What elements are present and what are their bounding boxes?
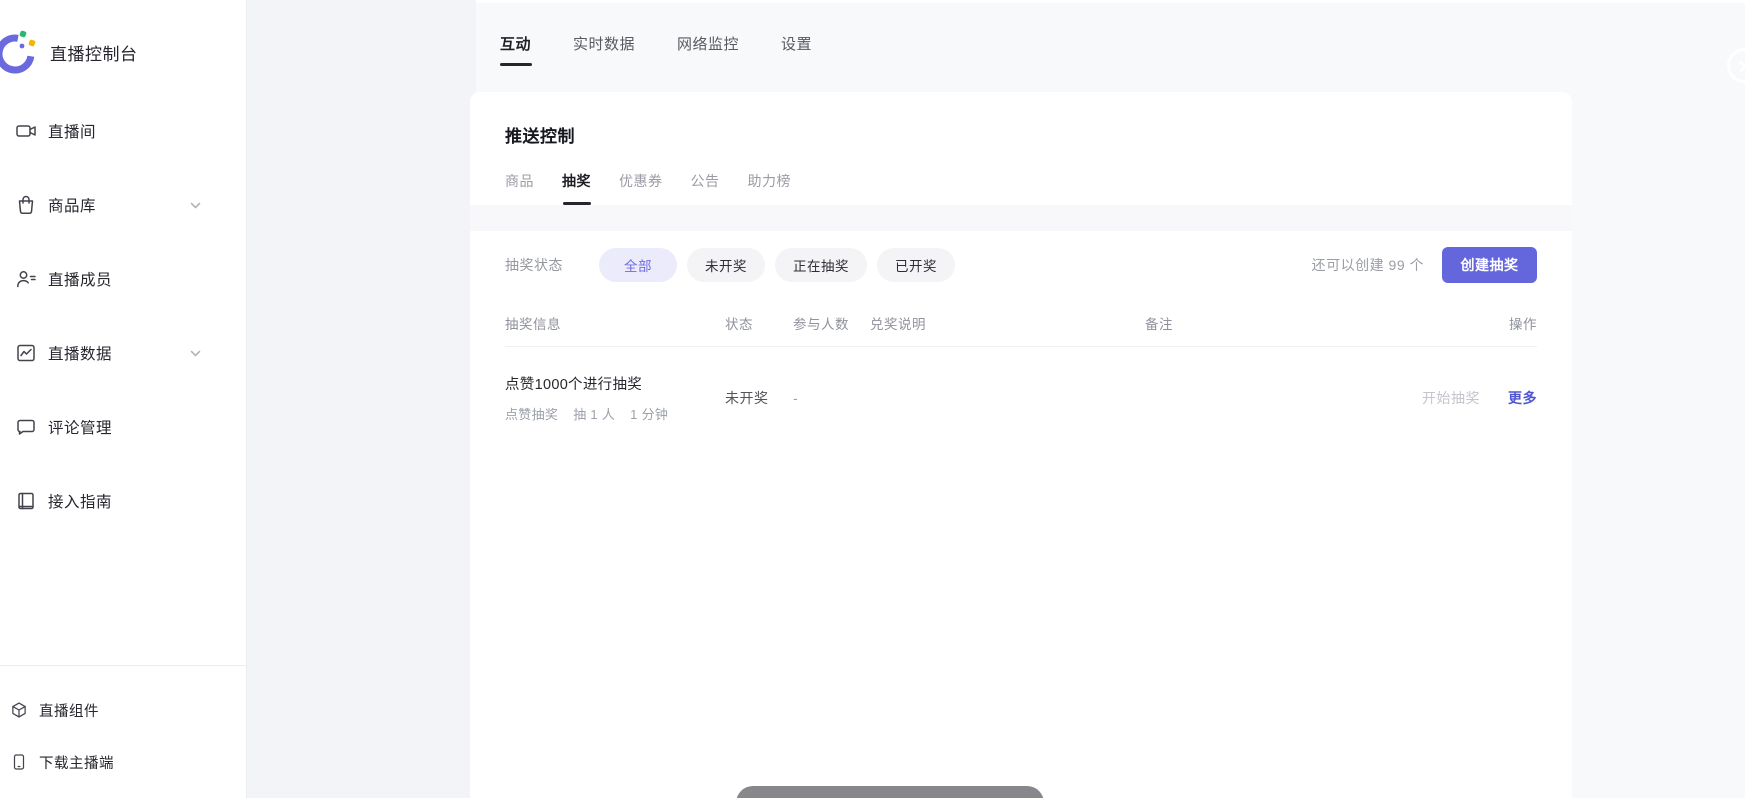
column-header: 抽奖信息 xyxy=(505,313,725,333)
lottery-winner-count: 抽 1 人 xyxy=(573,404,615,423)
lottery-info-cell: 点赞1000个进行抽奖 点赞抽奖 抽 1 人 1 分钟 xyxy=(505,373,725,423)
subtab-products[interactable]: 商品 xyxy=(505,171,534,205)
sidebar: 直播控制台 直播间 商品库 直播成员 xyxy=(0,0,247,798)
column-header: 操作 xyxy=(1390,313,1537,333)
subtab-label: 公告 xyxy=(691,173,720,189)
phone-icon xyxy=(10,753,28,771)
tab-realtime-data[interactable]: 实时数据 xyxy=(573,33,635,66)
sidebar-item-label: 下载主播端 xyxy=(39,752,114,773)
lottery-filter-row: 抽奖状态 全部 未开奖 正在抽奖 已开奖 还可以创建 99 个 创建抽奖 xyxy=(505,247,1537,283)
subtab-boost-ranking[interactable]: 助力榜 xyxy=(748,171,792,205)
member-icon xyxy=(15,268,37,290)
sidebar-item-live-data[interactable]: 直播数据 xyxy=(0,316,246,390)
subtab-label: 助力榜 xyxy=(748,173,792,189)
guide-book-icon xyxy=(15,490,37,512)
sidebar-footer: 直播组件 下载主播端 xyxy=(0,665,246,798)
subtab-coupons[interactable]: 优惠券 xyxy=(619,171,663,205)
sidebar-item-label: 直播间 xyxy=(48,120,96,142)
lottery-type: 点赞抽奖 xyxy=(505,404,558,423)
cube-icon xyxy=(10,701,28,719)
sidebar-item-label: 接入指南 xyxy=(48,490,112,512)
push-control-card: 推送控制 商品 抽奖 优惠券 公告 助力榜 抽奖状态 全部 未开奖 正在抽奖 已… xyxy=(470,92,1572,798)
sidebar-item-label: 直播组件 xyxy=(39,700,99,721)
push-type-tab-bar: 商品 抽奖 优惠券 公告 助力榜 xyxy=(505,171,1537,205)
sidebar-item-live-members[interactable]: 直播成员 xyxy=(0,242,246,316)
filter-pill-drawing[interactable]: 正在抽奖 xyxy=(775,248,867,282)
sidebar-nav: 直播间 商品库 直播成员 直播数据 xyxy=(0,94,246,538)
subtab-label: 抽奖 xyxy=(562,173,591,189)
tab-settings[interactable]: 设置 xyxy=(781,33,812,66)
filter-right-group: 还可以创建 99 个 创建抽奖 xyxy=(1312,247,1537,283)
tab-interaction[interactable]: 互动 xyxy=(500,33,531,66)
app-logo-icon xyxy=(0,28,42,76)
create-lottery-button[interactable]: 创建抽奖 xyxy=(1442,247,1537,283)
column-header: 参与人数 xyxy=(793,313,870,333)
comment-icon xyxy=(15,416,37,438)
sidebar-item-integration-guide[interactable]: 接入指南 xyxy=(0,464,246,538)
sidebar-item-label: 评论管理 xyxy=(48,416,112,438)
filter-label: 抽奖状态 xyxy=(505,255,563,275)
tab-network-monitor[interactable]: 网络监控 xyxy=(677,33,739,66)
app-logo-row: 直播控制台 xyxy=(0,28,246,76)
pill-label: 已开奖 xyxy=(895,255,937,275)
filter-left-group: 抽奖状态 全部 未开奖 正在抽奖 已开奖 xyxy=(505,248,955,282)
video-camera-icon xyxy=(15,120,37,142)
status-filter-pills: 全部 未开奖 正在抽奖 已开奖 xyxy=(599,248,955,282)
top-tab-bar: 互动 实时数据 网络监控 设置 xyxy=(500,33,812,66)
column-header: 状态 xyxy=(725,313,793,333)
pill-label: 正在抽奖 xyxy=(793,255,849,275)
lottery-table-header: 抽奖信息 状态 参与人数 兑奖说明 备注 操作 xyxy=(505,313,1537,347)
column-header: 兑奖说明 xyxy=(870,313,1145,333)
app-title: 直播控制台 xyxy=(50,40,138,65)
chevron-down-icon[interactable] xyxy=(189,199,202,212)
filter-pill-drawn[interactable]: 已开奖 xyxy=(877,248,955,282)
sidebar-item-label: 商品库 xyxy=(48,194,96,216)
column-header: 备注 xyxy=(1145,313,1390,333)
toast-notification xyxy=(736,786,1044,798)
sidebar-item-product-library[interactable]: 商品库 xyxy=(0,168,246,242)
subtab-label: 商品 xyxy=(505,173,534,189)
chevron-down-icon[interactable] xyxy=(189,347,202,360)
pill-label: 全部 xyxy=(624,255,652,275)
table-row: 点赞1000个进行抽奖 点赞抽奖 抽 1 人 1 分钟 未开奖 - 开始抽奖 更… xyxy=(505,373,1537,423)
more-action[interactable]: 更多 xyxy=(1508,388,1537,408)
tab-label: 设置 xyxy=(781,36,812,53)
subtab-lottery[interactable]: 抽奖 xyxy=(562,171,591,205)
sidebar-item-live-room[interactable]: 直播间 xyxy=(0,94,246,168)
sidebar-item-label: 直播数据 xyxy=(48,342,112,364)
participants-cell: - xyxy=(793,390,870,406)
remaining-quota-text: 还可以创建 99 个 xyxy=(1312,255,1424,275)
tab-label: 实时数据 xyxy=(573,36,635,53)
sidebar-item-live-components[interactable]: 直播组件 xyxy=(0,684,246,736)
actions-cell: 开始抽奖 更多 xyxy=(1390,388,1537,408)
card-title: 推送控制 xyxy=(505,122,1537,147)
sidebar-item-download-streamer-app[interactable]: 下载主播端 xyxy=(0,736,246,788)
chart-icon xyxy=(15,342,37,364)
start-lottery-action[interactable]: 开始抽奖 xyxy=(1422,388,1480,408)
pill-label: 未开奖 xyxy=(705,255,747,275)
lottery-title: 点赞1000个进行抽奖 xyxy=(505,373,725,394)
status-cell: 未开奖 xyxy=(725,388,793,408)
main-content: 互动 实时数据 网络监控 设置 推送控制 商品 抽奖 优惠券 公告 助力榜 抽奖… xyxy=(247,0,1745,798)
sidebar-item-comment-management[interactable]: 评论管理 xyxy=(0,390,246,464)
lottery-duration: 1 分钟 xyxy=(630,404,668,423)
subtab-announcement[interactable]: 公告 xyxy=(691,171,720,205)
subtab-label: 优惠券 xyxy=(619,173,663,189)
tab-label: 互动 xyxy=(500,36,531,53)
filter-pill-all[interactable]: 全部 xyxy=(599,248,677,282)
tab-label: 网络监控 xyxy=(677,36,739,53)
section-divider-band xyxy=(470,205,1572,231)
shopping-bag-icon xyxy=(15,194,37,216)
sidebar-item-label: 直播成员 xyxy=(48,268,112,290)
filter-pill-not-drawn[interactable]: 未开奖 xyxy=(687,248,765,282)
lottery-subtitle: 点赞抽奖 抽 1 人 1 分钟 xyxy=(505,404,725,423)
